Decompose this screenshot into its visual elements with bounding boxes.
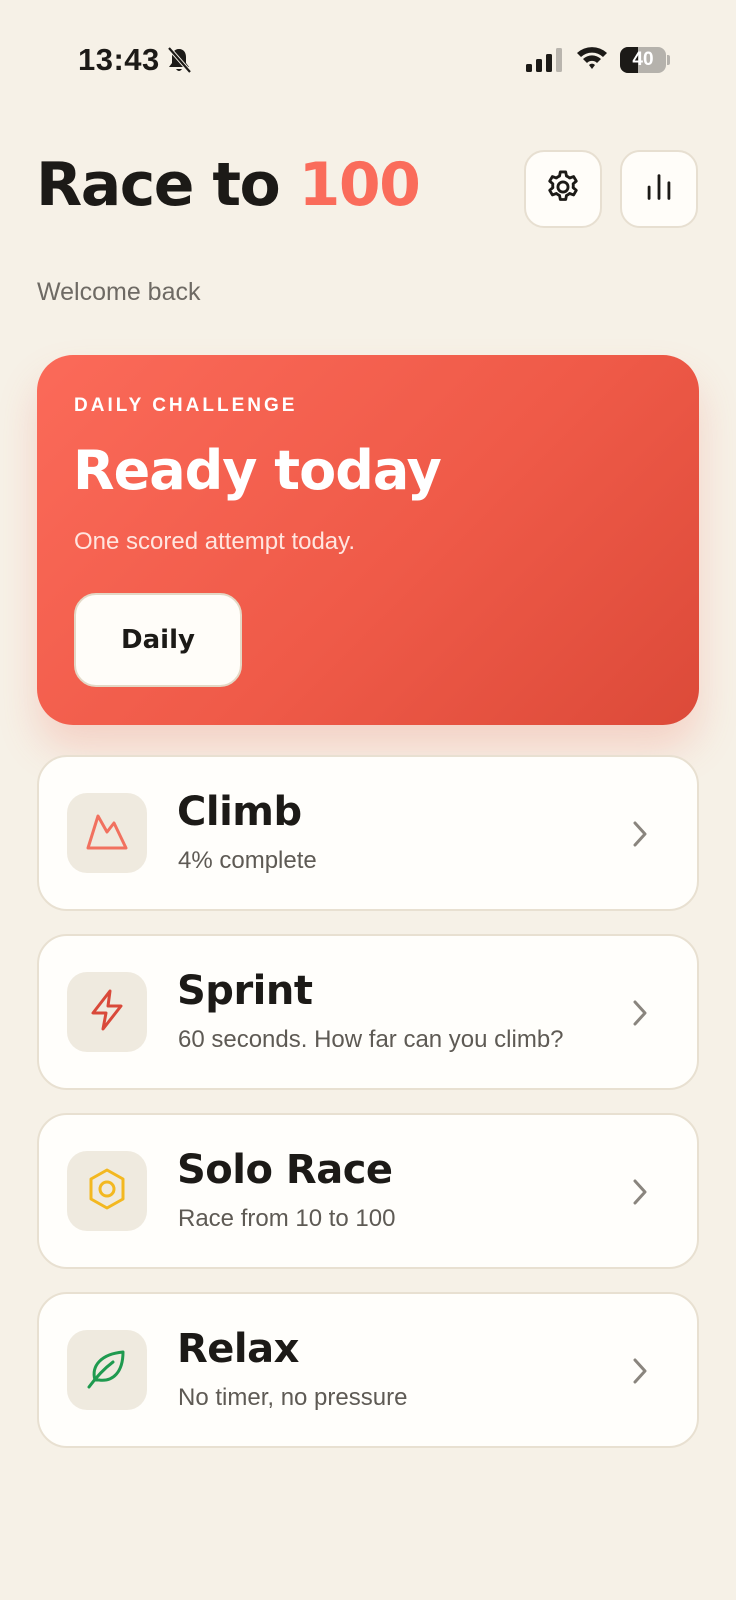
wifi-icon <box>576 44 608 75</box>
hexagon-icon <box>86 1167 128 1216</box>
daily-challenge-card: DAILY CHALLENGE Ready today One scored a… <box>37 355 699 725</box>
mode-icon-box <box>67 972 147 1052</box>
mode-title: Relax <box>177 1326 299 1372</box>
leaf-icon <box>85 1346 129 1395</box>
chevron-right-icon <box>631 819 649 854</box>
app-title: Race to 100 <box>36 150 421 220</box>
stats-button[interactable] <box>620 150 698 228</box>
mode-subtitle: 60 seconds. How far can you climb? <box>178 1026 564 1053</box>
settings-button[interactable] <box>524 150 602 228</box>
chevron-right-icon <box>631 1356 649 1391</box>
mode-card-climb[interactable]: Climb 4% complete <box>37 755 699 911</box>
title-text: Race to <box>36 150 299 220</box>
daily-button[interactable]: Daily <box>74 593 242 687</box>
mode-card-relax[interactable]: Relax No timer, no pressure <box>37 1292 699 1448</box>
title-accent: 100 <box>298 150 421 220</box>
mode-subtitle: No timer, no pressure <box>178 1384 408 1411</box>
daily-label: DAILY CHALLENGE <box>74 395 298 416</box>
chevron-right-icon <box>631 998 649 1033</box>
mode-icon-box <box>67 1151 147 1231</box>
mode-title: Climb <box>177 789 302 835</box>
chevron-right-icon <box>631 1177 649 1212</box>
battery-percent: 40 <box>632 49 654 70</box>
mode-subtitle: 4% complete <box>178 847 317 874</box>
bar-chart-icon <box>642 170 676 209</box>
cellular-signal-icon <box>526 48 564 77</box>
mode-card-sprint[interactable]: Sprint 60 seconds. How far can you climb… <box>37 934 699 1090</box>
mode-icon-box <box>67 1330 147 1410</box>
lightning-icon <box>87 988 127 1037</box>
daily-title: Ready today <box>73 439 442 502</box>
gear-icon <box>544 168 582 211</box>
mountain-icon <box>84 810 130 857</box>
battery-indicator: 40 <box>620 47 670 73</box>
mode-card-solo-race[interactable]: Solo Race Race from 10 to 100 <box>37 1113 699 1269</box>
mode-icon-box <box>67 793 147 873</box>
mode-title: Solo Race <box>177 1147 393 1193</box>
status-bar: 13:43 40 <box>0 0 736 120</box>
status-time: 13:43 <box>78 42 160 77</box>
welcome-text: Welcome back <box>37 278 201 306</box>
daily-subtitle: One scored attempt today. <box>74 528 356 555</box>
bell-muted-icon <box>166 46 192 79</box>
mode-subtitle: Race from 10 to 100 <box>178 1205 396 1232</box>
mode-title: Sprint <box>177 968 313 1014</box>
